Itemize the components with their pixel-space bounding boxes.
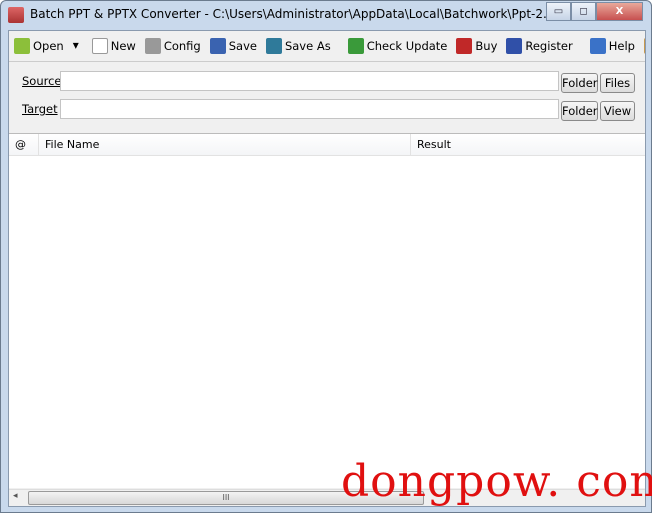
target-label: Target: [22, 102, 58, 116]
window-title: Batch PPT & PPTX Converter - C:\Users\Ad…: [30, 7, 550, 21]
user-icon: [506, 38, 522, 54]
maximize-button[interactable]: ◻: [571, 2, 596, 21]
toolbar: Open ▾ New Config Save Save As Check Update Buy…: [9, 31, 645, 62]
toolbar-check-update-button[interactable]: Check Update: [348, 38, 448, 54]
source-label-text: Source: [22, 74, 62, 88]
new-document-icon: [92, 38, 108, 54]
scroll-left-arrow-icon[interactable]: ◂: [13, 491, 18, 501]
column-header-at[interactable]: @: [9, 134, 39, 156]
target-input[interactable]: [60, 99, 559, 119]
help-icon: [590, 38, 606, 54]
watermark: dongpow. com: [341, 456, 652, 507]
close-button[interactable]: X: [596, 2, 643, 21]
client-area: Open ▾ New Config Save Save As Check Update Buy…: [8, 30, 646, 507]
open-folder-icon: [14, 38, 30, 54]
dropdown-arrow-icon: ▾: [73, 38, 83, 54]
home-icon: [644, 38, 645, 54]
target-view-button[interactable]: View: [600, 101, 635, 121]
tools-icon: [145, 38, 161, 54]
toolbar-button-label: Open: [33, 39, 64, 53]
toolbar-config-button[interactable]: Config: [145, 38, 201, 54]
toolbar-button-label: Config: [164, 39, 201, 53]
toolbar-button-label: Save: [229, 39, 257, 53]
toolbar-h-button[interactable]: H: [644, 38, 645, 54]
toolbar-button-label: Check Update: [367, 39, 448, 53]
paths-panel: Source Folder Files Target Folder View: [9, 64, 645, 132]
toolbar-button-label: New: [111, 39, 136, 53]
toolbar-save-as-button[interactable]: Save As: [266, 38, 331, 54]
target-folder-button[interactable]: Folder: [561, 101, 598, 121]
title-bar: Batch PPT & PPTX Converter - C:\Users\Ad…: [1, 1, 651, 29]
toolbar-save-button[interactable]: Save: [210, 38, 257, 54]
minimize-button[interactable]: ▭: [546, 2, 571, 21]
app-window: Batch PPT & PPTX Converter - C:\Users\Ad…: [0, 0, 652, 513]
source-input[interactable]: [60, 71, 559, 91]
source-folder-button[interactable]: Folder: [561, 73, 598, 93]
column-header-file-name[interactable]: File Name: [39, 134, 411, 156]
column-header-result[interactable]: Result: [411, 134, 645, 156]
grip-icon: III: [222, 493, 229, 502]
refresh-icon: [348, 38, 364, 54]
cart-icon: [456, 38, 472, 54]
source-files-button[interactable]: Files: [600, 73, 635, 93]
toolbar-button-label: Buy: [475, 39, 497, 53]
source-label: Source: [22, 74, 62, 88]
save-disk-icon: [210, 38, 226, 54]
app-icon: [8, 7, 24, 23]
save-as-icon: [266, 38, 282, 54]
toolbar-register-button[interactable]: Register: [506, 38, 572, 54]
toolbar-button-label: Help: [609, 39, 635, 53]
toolbar-button-label: Save As: [285, 39, 331, 53]
toolbar-help-button[interactable]: Help: [590, 38, 635, 54]
toolbar-open-dropdown-button[interactable]: ▾: [73, 38, 83, 54]
target-label-text: Target: [22, 102, 58, 116]
toolbar-open-button[interactable]: Open: [14, 38, 64, 54]
toolbar-button-label: Register: [525, 39, 572, 53]
toolbar-buy-button[interactable]: Buy: [456, 38, 497, 54]
file-list[interactable]: @ File Name Result: [9, 133, 645, 488]
toolbar-new-button[interactable]: New: [92, 38, 136, 54]
